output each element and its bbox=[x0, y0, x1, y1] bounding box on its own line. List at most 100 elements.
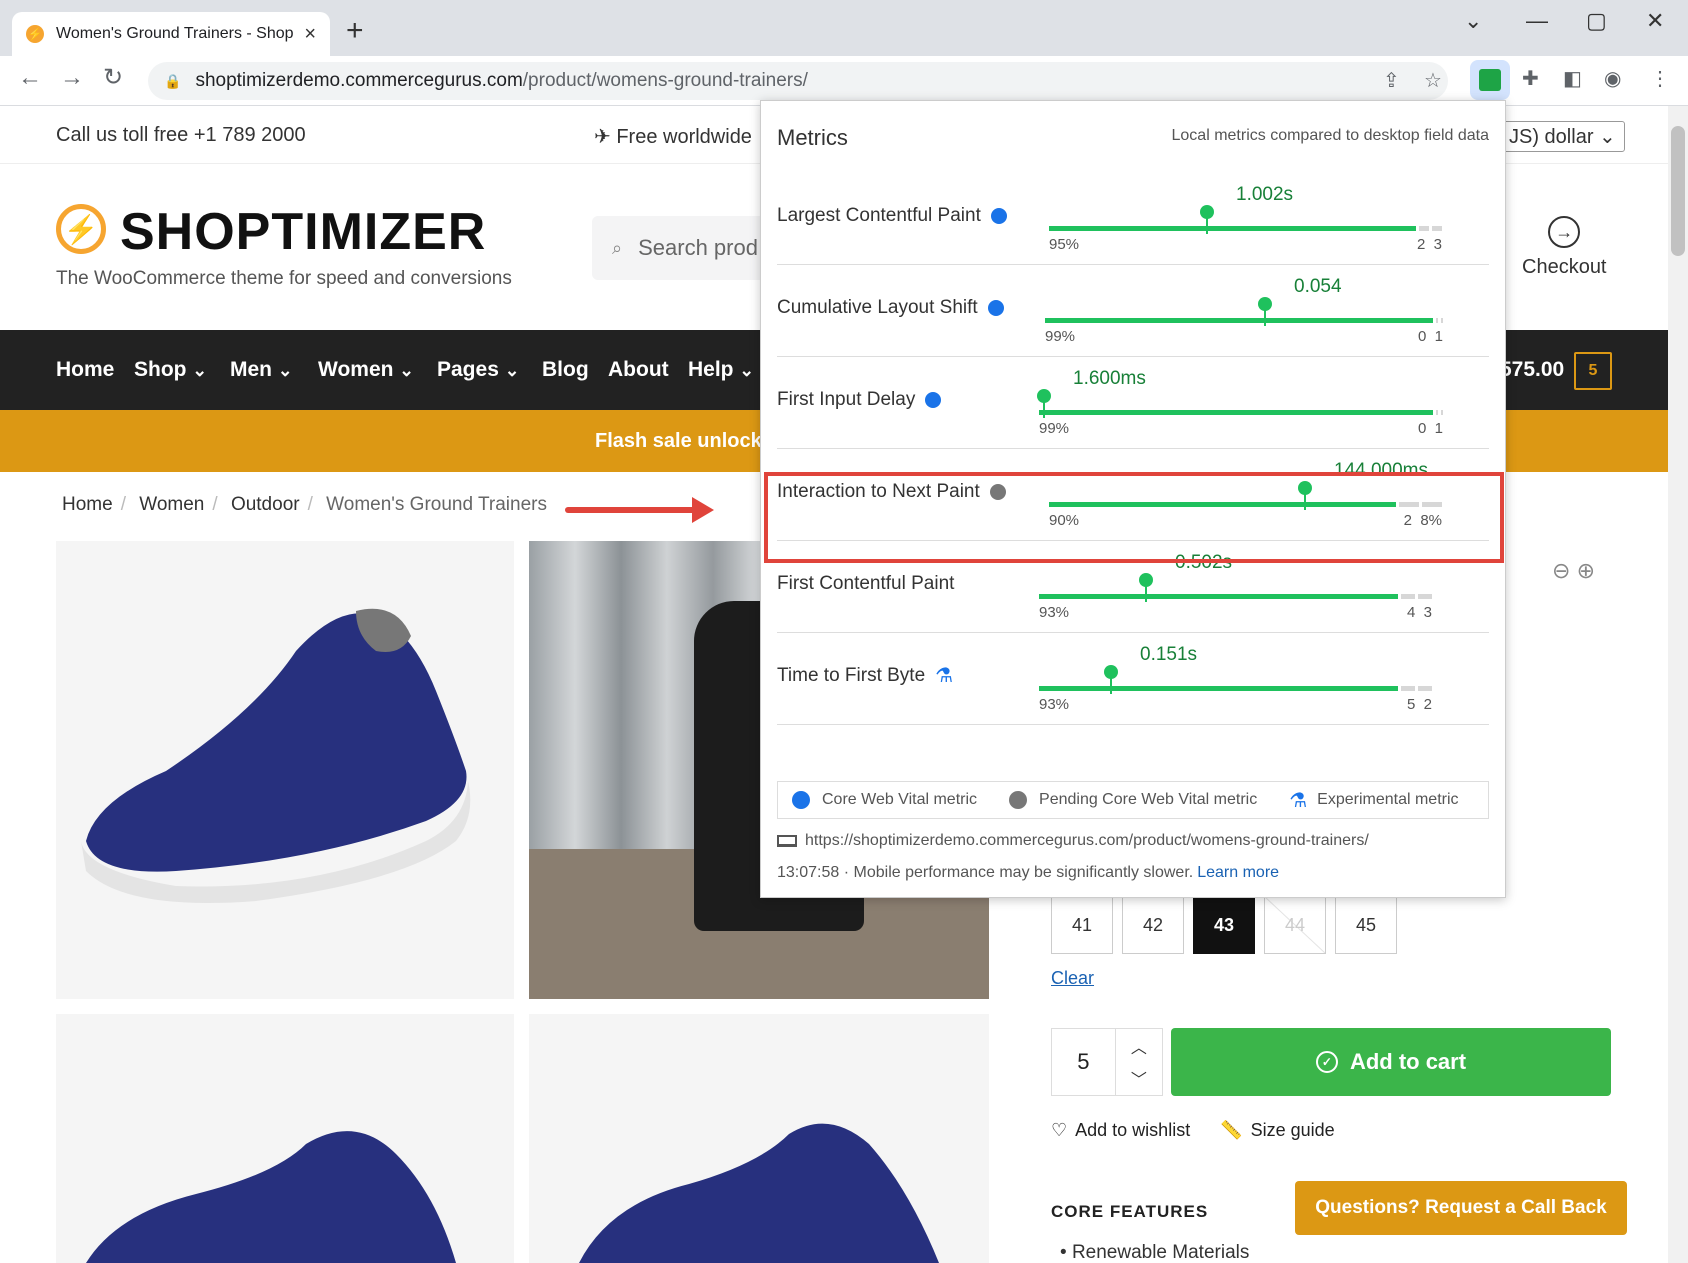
next-arrow-icon[interactable]: ⊕ bbox=[1577, 558, 1595, 583]
histogram-poor bbox=[1432, 226, 1442, 231]
metric-value: 1.002s bbox=[1236, 184, 1294, 205]
learn-more-link[interactable]: Learn more bbox=[1197, 864, 1279, 881]
size-guide-link[interactable]: 📏 Size guide bbox=[1220, 1120, 1334, 1141]
browser-toolbar: ← → ↻ 🔒 shoptimizerdemo.commercegurus.co… bbox=[0, 56, 1688, 106]
star-icon[interactable]: ☆ bbox=[1424, 68, 1442, 93]
histogram-poor bbox=[1441, 318, 1443, 323]
breadcrumb-home[interactable]: Home bbox=[62, 494, 113, 515]
blue-dot-icon bbox=[792, 791, 810, 809]
scrollbar-thumb[interactable] bbox=[1671, 126, 1685, 256]
metric-value: 0.151s bbox=[1140, 644, 1198, 665]
add-to-cart-button[interactable]: ✓ Add to cart bbox=[1171, 1028, 1611, 1096]
breadcrumb: Home / Women / Outdoor / Women's Ground Tra… bbox=[62, 494, 547, 515]
product-image-main[interactable] bbox=[56, 541, 514, 999]
histogram-good bbox=[1039, 686, 1399, 691]
nav-about[interactable]: About bbox=[608, 358, 669, 382]
site-logo[interactable]: SHOPTIMIZER bbox=[120, 202, 486, 262]
nav-women[interactable]: Women ⌄ bbox=[318, 358, 414, 382]
histogram-needs-improvement bbox=[1401, 594, 1416, 599]
size-selector: 41 42 43 44 45 bbox=[1051, 896, 1397, 954]
nav-shop[interactable]: Shop ⌄ bbox=[134, 358, 207, 382]
check-circle-icon: ✓ bbox=[1315, 1051, 1338, 1073]
bolt-icon: ⚡ bbox=[26, 25, 44, 43]
side-panel-icon[interactable]: ◧ bbox=[1563, 66, 1582, 91]
wishlist-link[interactable]: ♡ Add to wishlist bbox=[1051, 1120, 1190, 1141]
metric-marker bbox=[1258, 297, 1272, 326]
quantity-value[interactable]: 5 bbox=[1052, 1049, 1115, 1075]
core-features-heading: CORE FEATURES bbox=[1051, 1202, 1209, 1221]
metric-name: Time to First Byte ⚗ bbox=[777, 664, 954, 688]
window-close-icon[interactable]: ✕ bbox=[1646, 8, 1664, 34]
metric-marker bbox=[1104, 665, 1118, 694]
legend-core: Core Web Vital metric bbox=[792, 791, 977, 809]
reload-icon[interactable]: ↻ bbox=[103, 66, 123, 90]
menu-icon[interactable]: ⋮ bbox=[1650, 66, 1670, 91]
size-option[interactable]: 41 bbox=[1051, 896, 1113, 954]
histogram-needs-improvement bbox=[1436, 410, 1438, 415]
metric-marker bbox=[1139, 573, 1153, 602]
metric-marker bbox=[1037, 389, 1051, 418]
breadcrumb-outdoor[interactable]: Outdoor bbox=[231, 494, 300, 515]
quantity-arrows: ︿ ﹀ bbox=[1114, 1029, 1162, 1095]
cart-count[interactable]: 5 bbox=[1574, 352, 1612, 390]
size-option[interactable]: 42 bbox=[1122, 896, 1184, 954]
metric-value: 0.054 bbox=[1294, 276, 1342, 297]
quantity-stepper[interactable]: 5 ︿ ﹀ bbox=[1051, 1028, 1163, 1096]
core-vital-dot-icon bbox=[987, 299, 1004, 316]
chevron-down-icon[interactable]: ﹀ bbox=[1131, 1066, 1147, 1090]
annotation-arrow bbox=[565, 497, 714, 523]
chevron-up-icon[interactable]: ︿ bbox=[1131, 1034, 1147, 1058]
web-vitals-icon bbox=[1479, 69, 1501, 91]
page-scrollbar[interactable] bbox=[1668, 106, 1688, 1263]
product-image-4[interactable] bbox=[529, 1014, 989, 1263]
metric-other-percents: 0 1 bbox=[1417, 328, 1443, 345]
browser-tab[interactable]: ⚡ Women's Ground Trainers - Shop × bbox=[12, 12, 330, 56]
metric-other-percents: 0 1 bbox=[1417, 420, 1443, 437]
nav-blog[interactable]: Blog bbox=[542, 358, 589, 382]
metric-name: Cumulative Layout Shift bbox=[777, 258, 1004, 357]
histogram-good bbox=[1045, 318, 1433, 323]
cart-total[interactable]: 575.00 bbox=[1500, 358, 1564, 382]
metric-histogram bbox=[1045, 318, 1443, 323]
histogram-needs-improvement bbox=[1436, 318, 1438, 323]
flask-icon: ⚗ bbox=[1289, 789, 1308, 812]
share-icon[interactable]: ⇪ bbox=[1383, 68, 1400, 93]
forward-icon[interactable]: → bbox=[60, 66, 84, 90]
clear-link[interactable]: Clear bbox=[1051, 968, 1094, 989]
tab-strip: ⚡ Women's Ground Trainers - Shop × + ⌄ —… bbox=[0, 0, 1688, 56]
product-image-3[interactable] bbox=[56, 1014, 514, 1263]
size-option[interactable]: 45 bbox=[1335, 896, 1397, 954]
histogram-needs-improvement bbox=[1401, 686, 1416, 691]
logo-bolt-icon[interactable]: ⚡ bbox=[56, 204, 106, 254]
nav-help[interactable]: Help ⌄ bbox=[688, 358, 754, 382]
chevron-down-icon: ⌄ bbox=[192, 360, 208, 380]
maximize-icon[interactable]: ▢ bbox=[1586, 8, 1607, 34]
back-icon[interactable]: ← bbox=[18, 66, 42, 90]
currency-select[interactable]: JS) dollar ⌄ bbox=[1500, 121, 1625, 152]
heart-icon: ♡ bbox=[1051, 1120, 1068, 1140]
chevron-down-icon: ⌄ bbox=[739, 360, 755, 380]
panel-subtitle: Local metrics compared to desktop field … bbox=[1171, 127, 1490, 144]
metrics-legend: Core Web Vital metric Pending Core Web V… bbox=[777, 781, 1489, 819]
callback-button[interactable]: Questions? Request a Call Back bbox=[1295, 1181, 1627, 1235]
legend-experimental: ⚗ Experimental metric bbox=[1289, 789, 1459, 812]
feature-item: • Renewable Materials bbox=[1060, 1242, 1250, 1263]
new-tab-button[interactable]: + bbox=[346, 16, 364, 46]
nav-pages[interactable]: Pages ⌄ bbox=[437, 358, 519, 382]
breadcrumb-women[interactable]: Women bbox=[139, 494, 204, 515]
address-bar[interactable]: 🔒 shoptimizerdemo.commercegurus.com /pro… bbox=[148, 62, 1448, 100]
checkout-link[interactable]: → Checkout bbox=[1522, 216, 1607, 279]
chevron-down-icon[interactable]: ⌄ bbox=[1464, 8, 1482, 34]
puzzle-icon[interactable]: ✚ bbox=[1522, 66, 1539, 91]
close-icon[interactable]: × bbox=[304, 23, 316, 46]
prev-arrow-icon[interactable]: ⊖ bbox=[1552, 558, 1570, 583]
profile-icon[interactable]: ◉ bbox=[1604, 66, 1621, 91]
breadcrumb-current: Women's Ground Trainers bbox=[326, 494, 547, 515]
minimize-icon[interactable]: — bbox=[1526, 8, 1548, 34]
annotation-highlight-box bbox=[764, 472, 1504, 563]
size-option-selected[interactable]: 43 bbox=[1193, 896, 1255, 954]
metric-histogram bbox=[1039, 410, 1443, 415]
nav-men[interactable]: Men ⌄ bbox=[230, 358, 293, 382]
web-vitals-extension-button[interactable] bbox=[1470, 60, 1510, 100]
nav-home[interactable]: Home bbox=[56, 358, 114, 382]
